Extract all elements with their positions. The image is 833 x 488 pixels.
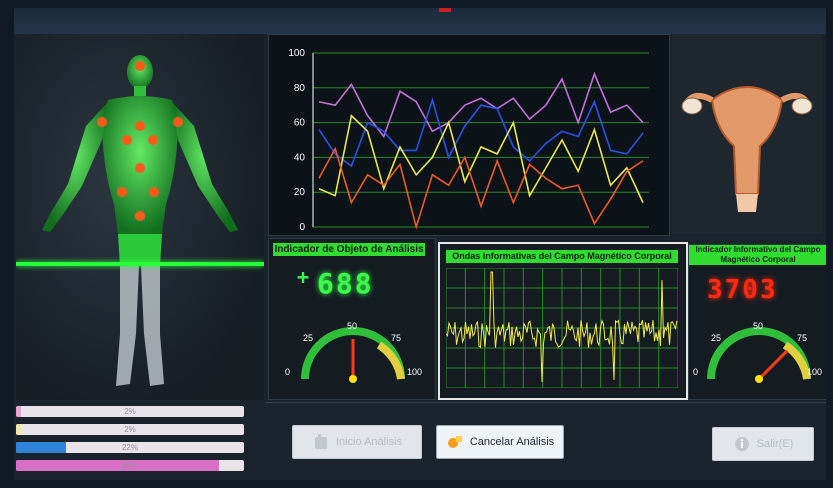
app-screen: 0 20 40 60 80 100 Indicador de Objeto de Anál…	[14, 8, 826, 480]
chart-ytick-80: 80	[294, 83, 306, 94]
scan-line	[16, 262, 264, 266]
mag-tick-25: 25	[711, 333, 722, 343]
gauge-tick-50: 50	[347, 321, 358, 331]
body-scan-panel	[16, 34, 264, 400]
progress-bar-1: 2%	[16, 406, 244, 417]
progress-bar-2: 2%	[16, 424, 244, 435]
object-indicator-value: 688	[317, 267, 374, 300]
gauge-tick-75: 75	[391, 333, 402, 343]
mag-tick-0: 0	[693, 367, 699, 377]
info-icon	[733, 435, 751, 453]
gauge-tick-100: 100	[407, 367, 423, 377]
chart-ytick-100: 100	[288, 48, 305, 59]
mag-tick-100: 100	[807, 367, 823, 377]
magnetic-indicator-value: 3703	[707, 275, 778, 305]
mag-tick-75: 75	[797, 333, 808, 343]
cancel-analysis-label: Cancelar Análisis	[469, 436, 555, 448]
uterus-icon	[681, 86, 813, 212]
organ-image-panel	[672, 34, 822, 234]
top-indicator	[439, 8, 451, 12]
progress-bar-3: 22%	[16, 442, 244, 453]
progress-label-1: 2%	[124, 407, 136, 416]
progress-label-4: 89%	[121, 461, 138, 470]
progress-bar-4: 89%	[16, 460, 244, 471]
exit-label: Salir(E)	[756, 438, 794, 450]
waves-header: Ondas informativas del Campo Magnético C…	[446, 250, 678, 263]
magnetic-indicator-header: Indicador Informativo del Campo Magnétic…	[689, 245, 826, 265]
chart-series-3	[318, 114, 644, 203]
progress-label-2: 2%	[124, 425, 136, 434]
waves-graph	[446, 268, 678, 388]
window-top-strip	[14, 8, 826, 34]
object-indicator-header: Indicador de Objeto de Análisis	[273, 243, 425, 256]
chart-ytick-60: 60	[294, 118, 306, 129]
hand-icon	[312, 433, 330, 451]
object-indicator-sign: +	[297, 265, 312, 289]
progress-label-3: 22%	[121, 443, 138, 452]
start-analysis-button[interactable]: Inicio Análisis	[292, 425, 422, 459]
gauge-tick-25: 25	[303, 333, 314, 343]
chart-ytick-0: 0	[299, 222, 305, 233]
body-figure-icon	[42, 55, 238, 386]
magnetic-indicator-panel: Indicador Informativo del Campo Magnétic…	[688, 244, 826, 400]
object-indicator-panel: Indicador de Objeto de Análisis + 688 0 …	[268, 238, 436, 400]
progress-bars: 2% 2% 22% 89%	[16, 404, 246, 480]
magnetic-gauge-needle	[757, 349, 789, 381]
mag-tick-50: 50	[753, 321, 764, 331]
exit-button[interactable]: Salir(E)	[712, 427, 814, 461]
action-bar: Inicio Análisis Cancelar Análisis Salir(…	[266, 402, 826, 480]
line-chart: 0 20 40 60 80 100	[288, 48, 649, 233]
chart-series-4	[318, 146, 644, 230]
chart-ytick-20: 20	[294, 187, 306, 198]
gauge-tick-0: 0	[285, 367, 291, 377]
cancel-icon	[446, 433, 464, 451]
line-chart-panel: 0 20 40 60 80 100	[268, 34, 670, 236]
waves-panel: Ondas informativas del Campo Magnético C…	[438, 242, 688, 400]
chart-ytick-40: 40	[294, 152, 306, 163]
start-analysis-label: Inicio Análisis	[335, 436, 403, 448]
cancel-analysis-button[interactable]: Cancelar Análisis	[436, 425, 564, 459]
